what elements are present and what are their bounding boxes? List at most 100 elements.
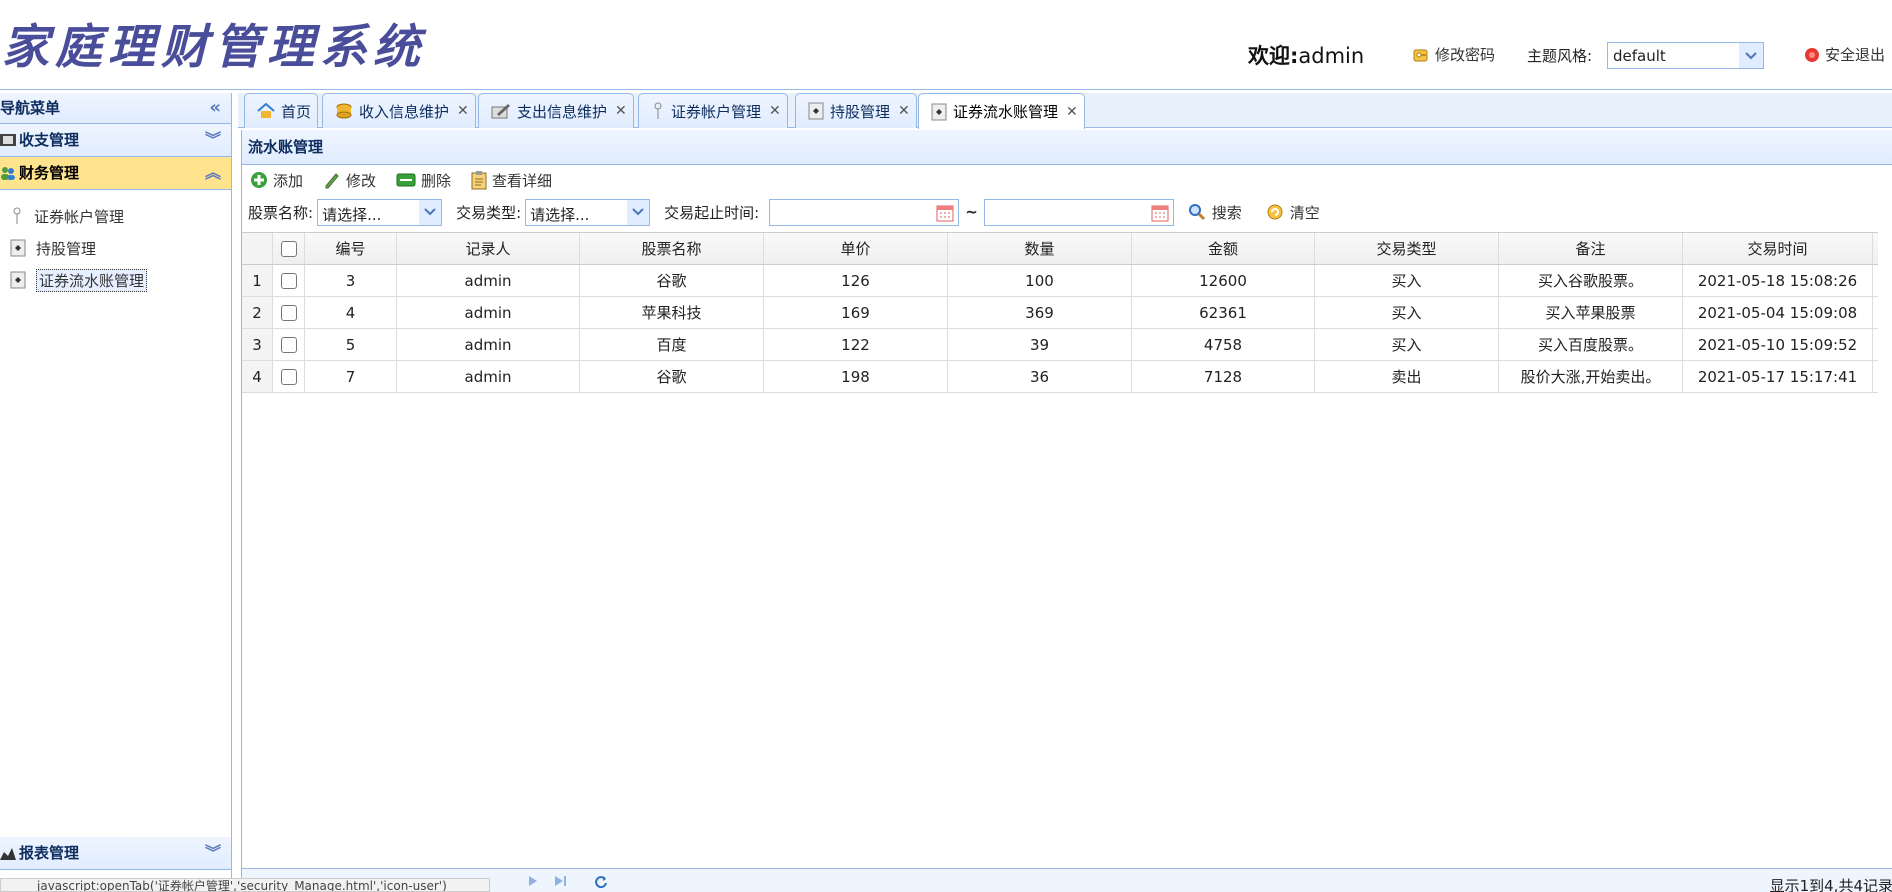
- table-cell: 2021-05-17 15:17:41: [1683, 361, 1873, 392]
- sidebar-group-body: 证券帐户管理 持股管理 证券流水账管理: [0, 190, 231, 850]
- view-detail-label: 查看详细: [492, 171, 553, 190]
- chevron-down-double-icon[interactable]: ︾: [205, 837, 221, 869]
- sidebar-group-reports[interactable]: 报表管理 ︾: [0, 837, 231, 870]
- table-row[interactable]: 4 7 admin 谷歌 198 36 7128 卖出 股价大涨,开始卖出。 2021-05-17…: [242, 361, 1878, 393]
- close-icon[interactable]: ✕: [769, 103, 781, 119]
- column-header[interactable]: 股票名称: [580, 233, 764, 264]
- sidebar-bottom: 报表管理 ︾: [0, 837, 231, 870]
- chevron-up-double-icon[interactable]: ︽: [205, 157, 221, 189]
- tab-holdings[interactable]: 持股管理 ✕: [795, 93, 917, 128]
- tab-label: 证券帐户管理: [671, 102, 762, 121]
- start-date-input[interactable]: [769, 198, 960, 226]
- table-cell: 买入: [1315, 265, 1499, 296]
- add-button[interactable]: 添加: [250, 170, 303, 191]
- row-checkbox[interactable]: [280, 304, 297, 321]
- table-cell: 4: [305, 297, 397, 328]
- select-all-checkbox-cell[interactable]: [273, 233, 305, 264]
- column-header[interactable]: 交易时间: [1683, 233, 1873, 264]
- calendar-icon[interactable]: [936, 204, 954, 222]
- table-cell: admin: [397, 265, 580, 296]
- sidebar-group-finance[interactable]: 财务管理 ︽: [0, 157, 231, 190]
- tab-income-info[interactable]: 收入信息维护 ✕: [322, 93, 476, 128]
- row-checkbox-cell[interactable]: [273, 297, 305, 328]
- end-date-input[interactable]: [983, 198, 1174, 226]
- row-checkbox-cell[interactable]: [273, 361, 305, 392]
- welcome-text: 欢迎:admin: [1248, 40, 1364, 70]
- row-checkbox[interactable]: [280, 336, 297, 353]
- edit-button[interactable]: 修改: [323, 170, 376, 191]
- table-cell: 169: [764, 297, 948, 328]
- chevron-down-icon[interactable]: [419, 199, 442, 225]
- refresh-icon: [1267, 204, 1283, 220]
- card-icon: [10, 271, 26, 289]
- delete-button[interactable]: 删除: [396, 170, 451, 191]
- table-row[interactable]: 2 4 admin 苹果科技 169 369 62361 买入 买入苹果股票 2021-05-04…: [242, 297, 1878, 329]
- logout-link[interactable]: 安全退出: [1804, 44, 1885, 65]
- sidebar-group-income-expense[interactable]: 收支管理 ︾: [0, 124, 231, 157]
- collapse-left-icon[interactable]: «: [209, 93, 221, 123]
- tab-security-account[interactable]: 证券帐户管理 ✕: [638, 93, 788, 128]
- trade-type-select[interactable]: 请选择...: [525, 198, 651, 226]
- chevron-down-double-icon[interactable]: ︾: [205, 124, 221, 156]
- next-page-icon[interactable]: [527, 875, 539, 891]
- table-cell: 369: [948, 297, 1132, 328]
- search-label: 搜索: [1211, 203, 1242, 222]
- column-header[interactable]: 单价: [764, 233, 948, 264]
- table-row[interactable]: 1 3 admin 谷歌 126 100 12600 买入 买入谷歌股票。 2021-05-18 …: [242, 265, 1878, 297]
- status-bar: javascript:openTab('证券帐户管理','security_Ma…: [0, 878, 490, 892]
- tab-expense-info[interactable]: 支出信息维护 ✕: [478, 93, 634, 128]
- table-cell: 122: [764, 329, 948, 360]
- sidebar-item-security-account[interactable]: 证券帐户管理: [0, 200, 231, 232]
- theme-select[interactable]: default: [1607, 42, 1764, 69]
- column-header[interactable]: 交易类型: [1315, 233, 1499, 264]
- tab-home[interactable]: 首页: [244, 93, 319, 128]
- last-page-icon[interactable]: [554, 875, 568, 891]
- minus-icon: [396, 173, 416, 187]
- row-checkbox[interactable]: [280, 368, 297, 385]
- add-label: 添加: [273, 171, 304, 190]
- chevron-down-icon[interactable]: [1739, 43, 1763, 68]
- sidebar-item-holdings[interactable]: 持股管理: [0, 232, 231, 264]
- stock-name-select[interactable]: 请选择...: [317, 198, 443, 226]
- row-checkbox[interactable]: [280, 272, 297, 289]
- row-checkbox-cell[interactable]: [273, 329, 305, 360]
- table-cell: 100: [948, 265, 1132, 296]
- chevron-down-icon[interactable]: [627, 199, 650, 225]
- sidebar-item-label: 证券帐户管理: [34, 207, 125, 226]
- sidebar-group-label: 收支管理: [19, 131, 80, 149]
- sidebar-item-label: 持股管理: [36, 239, 97, 258]
- tab-label: 首页: [281, 102, 312, 121]
- table-cell: 买入苹果股票: [1499, 297, 1683, 328]
- column-header[interactable]: 记录人: [397, 233, 580, 264]
- select-all-checkbox[interactable]: [280, 240, 297, 257]
- column-header[interactable]: 金额: [1132, 233, 1315, 264]
- row-checkbox-cell[interactable]: [273, 265, 305, 296]
- sidebar-item-security-ledger[interactable]: 证券流水账管理: [0, 264, 231, 296]
- column-header[interactable]: 数量: [948, 233, 1132, 264]
- row-number: 1: [242, 265, 273, 296]
- sidebar-title-label: 导航菜单: [0, 99, 61, 117]
- table-cell: 股价大涨,开始卖出。: [1499, 361, 1683, 392]
- column-header[interactable]: 备注: [1499, 233, 1683, 264]
- table-cell: admin: [397, 297, 580, 328]
- users-icon: [1, 167, 15, 180]
- refresh-icon[interactable]: [594, 875, 608, 892]
- table-cell: 谷歌: [580, 361, 764, 392]
- tab-security-ledger[interactable]: 证券流水账管理 ✕: [918, 93, 1085, 129]
- change-password-link[interactable]: 修改密码: [1412, 44, 1495, 65]
- calendar-icon[interactable]: [1151, 204, 1169, 222]
- close-icon[interactable]: ✕: [457, 103, 469, 119]
- clear-button[interactable]: 清空: [1266, 202, 1320, 223]
- close-icon[interactable]: ✕: [615, 103, 627, 119]
- view-detail-button[interactable]: 查看详细: [471, 170, 552, 191]
- close-icon[interactable]: ✕: [898, 103, 910, 119]
- trade-type-label: 交易类型:: [456, 203, 522, 222]
- edit-label: 修改: [346, 171, 377, 190]
- close-icon[interactable]: ✕: [1066, 104, 1078, 120]
- plus-icon: [251, 172, 267, 188]
- tab-label: 持股管理: [830, 102, 891, 121]
- table-row[interactable]: 3 5 admin 百度 122 39 4758 买入 买入百度股票。 2021-05-10 15…: [242, 329, 1878, 361]
- sidebar-item-label: 证券流水账管理: [36, 268, 148, 292]
- column-header[interactable]: 编号: [305, 233, 397, 264]
- search-button[interactable]: 搜索: [1188, 202, 1242, 223]
